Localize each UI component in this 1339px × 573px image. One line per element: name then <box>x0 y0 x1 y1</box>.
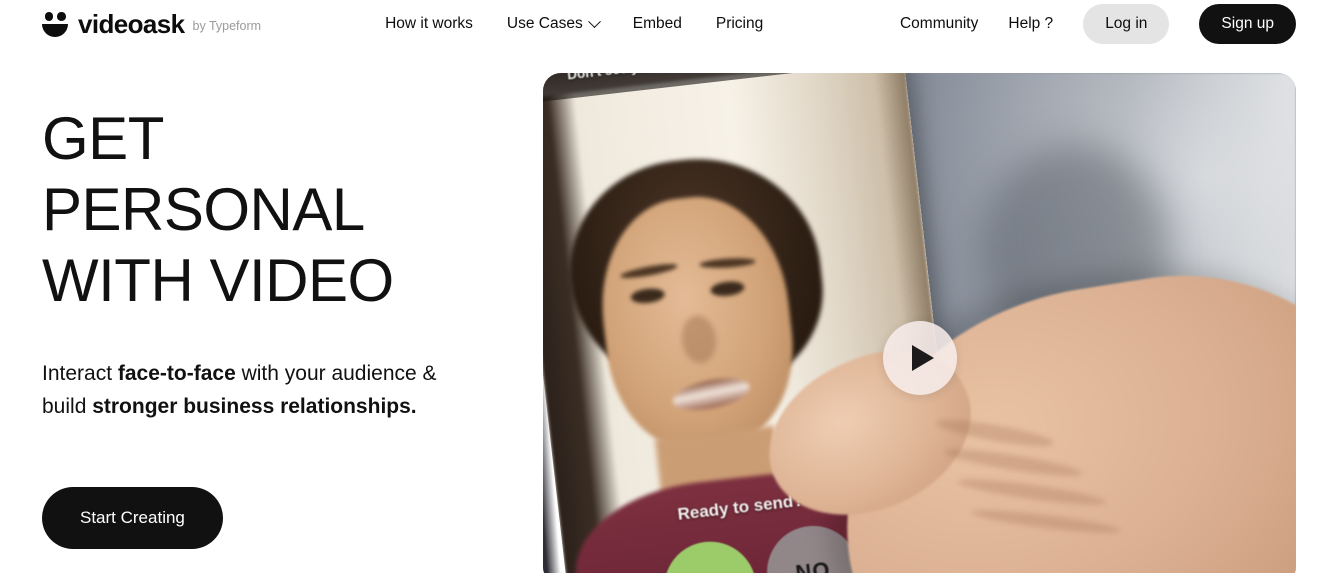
landing-page: videoask by Typeform How it works Use Ca… <box>0 0 1339 573</box>
nav-link-use-cases[interactable]: Use Cases <box>506 14 601 33</box>
sign-up-button[interactable]: Sign up <box>1199 4 1296 44</box>
nav-link-label: Pricing <box>715 15 764 32</box>
brand-logo-link[interactable]: videoask by Typeform <box>42 11 261 37</box>
secondary-nav-actions: Community Help ? Log in Sign up <box>900 4 1296 44</box>
video-overlay-top-text: Don't see your video here? <box>566 73 739 83</box>
nav-link-label: Help ? <box>1008 15 1054 32</box>
page-title: GET PERSONAL WITH VIDEO <box>42 104 502 316</box>
nav-link-label: How it works <box>385 15 473 32</box>
nav-link-how-it-works[interactable]: How it works <box>385 15 473 33</box>
nav-link-embed[interactable]: Embed <box>633 15 682 33</box>
headline-line-3: WITH VIDEO <box>42 246 394 314</box>
brand-byline: by Typeform <box>192 19 262 33</box>
top-navigation-bar: videoask by Typeform How it works Use Ca… <box>0 0 1339 48</box>
brand-name: videoask <box>78 9 185 39</box>
nav-link-label: Embed <box>632 15 682 32</box>
play-triangle-icon <box>911 345 934 371</box>
start-creating-button[interactable]: Start Creating <box>42 487 223 550</box>
nav-link-help[interactable]: Help ? <box>1008 15 1053 33</box>
headline-line-1: GET <box>42 105 164 172</box>
subtitle-bold-2: stronger business relationships. <box>92 394 417 418</box>
hero-text-column: GET PERSONAL WITH VIDEO Interact face-to… <box>42 104 502 550</box>
play-button[interactable] <box>883 321 957 395</box>
subtitle-bold-1: face-to-face <box>117 362 236 386</box>
primary-nav-links: How it works Use Cases Embed Pricing <box>385 14 763 33</box>
nav-link-label: Use Cases <box>506 15 583 32</box>
hero-video-card[interactable]: Don't see your video here? ? Ready to se… <box>543 73 1296 573</box>
chevron-down-icon <box>587 14 601 28</box>
nav-link-label: Community <box>899 15 979 32</box>
subtitle-part-1: Interact <box>42 362 118 386</box>
hero-subtitle: Interact face-to-face with your audience… <box>42 358 442 423</box>
smiley-face-icon <box>42 11 70 37</box>
log-in-button[interactable]: Log in <box>1083 4 1170 44</box>
nav-link-community[interactable]: Community <box>900 15 978 33</box>
nav-link-pricing[interactable]: Pricing <box>716 15 763 33</box>
headline-line-2: PERSONAL <box>42 175 365 243</box>
